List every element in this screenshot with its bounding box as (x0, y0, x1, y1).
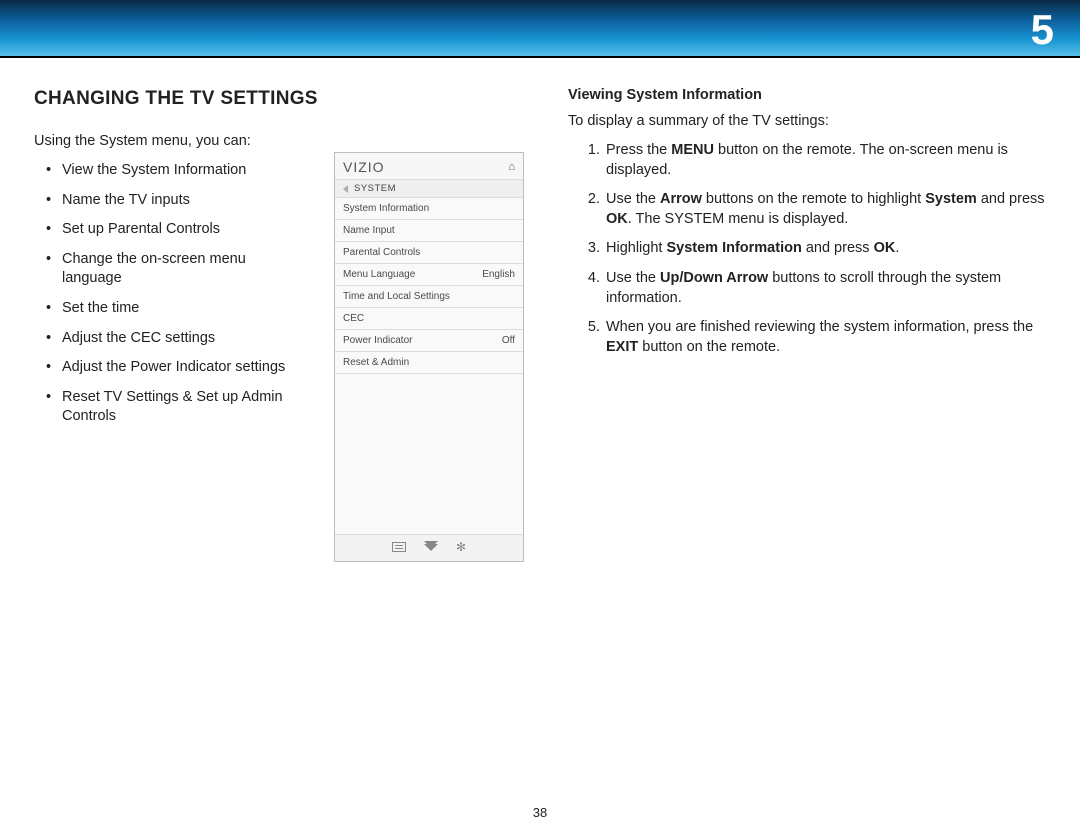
tv-menu-screenshot: VIZIO ⌂ SYSTEM System Information Name I… (334, 152, 524, 562)
tv-menu-footer: ✻ (335, 534, 523, 561)
brand-logo: VIZIO (343, 159, 385, 175)
list-item: Use the Up/Down Arrow buttons to scroll … (604, 269, 1046, 308)
subsection-heading: Viewing System Information (568, 86, 1046, 106)
list-item: Set up Parental Controls (62, 220, 294, 240)
step-bold: Arrow (660, 191, 702, 207)
row-label: Power Indicator (343, 335, 412, 346)
breadcrumb-label: SYSTEM (354, 183, 396, 194)
list-item: Adjust the CEC settings (62, 329, 294, 349)
step-text: button on the remote. (638, 339, 780, 355)
step-text: Use the (606, 270, 660, 286)
row-label: Parental Controls (343, 247, 420, 258)
chevron-down-icon (424, 544, 438, 551)
step-text: Highlight (606, 240, 666, 256)
section-heading: CHANGING THE TV SETTINGS (34, 86, 512, 112)
list-item: Change the on-screen menu language (62, 250, 294, 289)
step-text: buttons on the remote to highlight (702, 191, 925, 207)
tv-menu-row: CEC (335, 308, 523, 330)
section-intro: Using the System menu, you can: (34, 132, 512, 152)
list-item: When you are finished reviewing the syst… (604, 318, 1046, 357)
step-text: Use the (606, 191, 660, 207)
chapter-number: 5 (1031, 6, 1054, 54)
tv-menu-empty-area (335, 374, 523, 534)
tv-menu-row: Power Indicator Off (335, 330, 523, 352)
list-item: Press the MENU button on the remote. The… (604, 141, 1046, 180)
tv-menu-row: Menu Language English (335, 264, 523, 286)
tv-menu-row: Reset & Admin (335, 352, 523, 374)
step-bold: OK (606, 211, 628, 227)
step-bold: System Information (666, 240, 801, 256)
step-text: When you are finished reviewing the syst… (606, 319, 1033, 335)
tv-menu-row: Parental Controls (335, 242, 523, 264)
tv-menu-row: System Information (335, 198, 523, 220)
list-item: Name the TV inputs (62, 191, 294, 211)
step-bold: Up/Down Arrow (660, 270, 768, 286)
row-value: Off (502, 335, 515, 346)
row-label: Name Input (343, 225, 395, 236)
tv-menu-row: Name Input (335, 220, 523, 242)
list-item: View the System Information (62, 161, 294, 181)
row-value: English (482, 269, 515, 280)
wide-icon (392, 542, 406, 552)
right-column: Viewing System Information To display a … (568, 86, 1046, 437)
list-item: Use the Arrow buttons on the remote to h… (604, 190, 1046, 229)
tv-menu-row: Time and Local Settings (335, 286, 523, 308)
step-bold: OK (874, 240, 896, 256)
row-label: CEC (343, 313, 364, 324)
list-item: Set the time (62, 299, 294, 319)
step-bold: MENU (671, 142, 714, 158)
gear-icon: ✻ (456, 541, 466, 553)
step-bold: EXIT (606, 339, 638, 355)
step-text: Press the (606, 142, 671, 158)
page-number: 38 (0, 805, 1080, 820)
list-item: Highlight System Information and press O… (604, 239, 1046, 259)
row-label: Time and Local Settings (343, 291, 450, 302)
step-text: and press (802, 240, 874, 256)
chapter-banner: 5 (0, 0, 1080, 56)
bullet-list: View the System Information Name the TV … (34, 161, 294, 427)
list-item: Adjust the Power Indicator settings (62, 358, 294, 378)
row-label: Reset & Admin (343, 357, 409, 368)
step-text: . The SYSTEM menu is displayed. (628, 211, 849, 227)
tv-menu-breadcrumb: SYSTEM (335, 179, 523, 198)
row-label: Menu Language (343, 269, 415, 280)
steps-list: Press the MENU button on the remote. The… (568, 141, 1046, 357)
step-text: . (895, 240, 899, 256)
row-label: System Information (343, 203, 429, 214)
step-bold: System (925, 191, 977, 207)
subsection-intro: To display a summary of the TV settings: (568, 112, 1046, 132)
tv-menu-header: VIZIO ⌂ (335, 153, 523, 179)
home-icon: ⌂ (508, 161, 515, 173)
back-icon (343, 185, 348, 193)
list-item: Reset TV Settings & Set up Admin Control… (62, 388, 294, 427)
step-text: and press (977, 191, 1045, 207)
